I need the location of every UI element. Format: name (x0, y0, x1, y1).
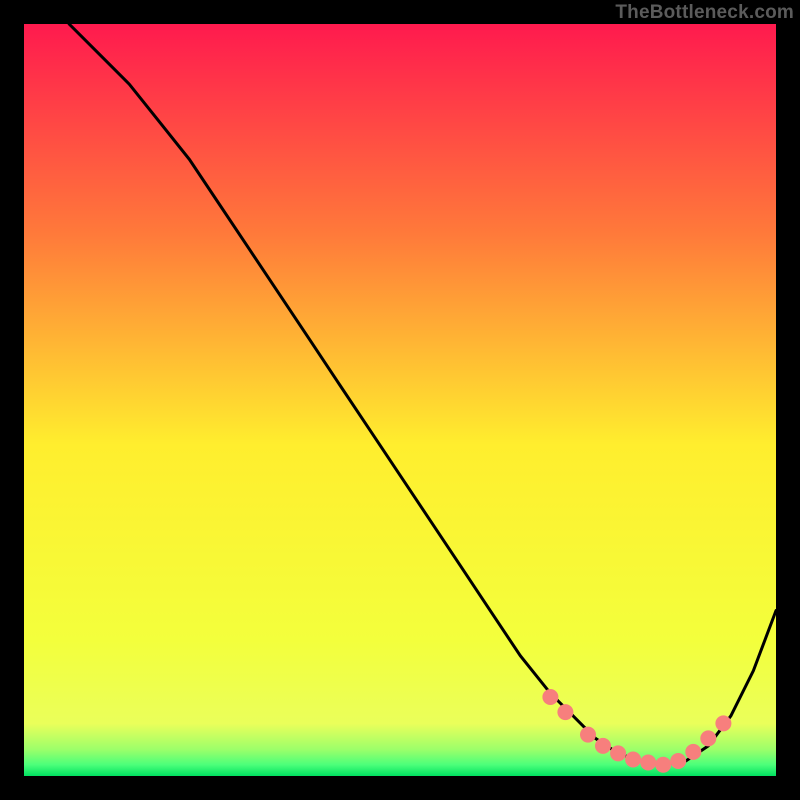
attribution-label: TheBottleneck.com (615, 2, 794, 24)
curve-marker (610, 745, 626, 761)
curve-marker (625, 752, 641, 768)
curve-marker (542, 689, 558, 705)
curve-marker (655, 757, 671, 773)
curve-marker (715, 715, 731, 731)
curve-marker (557, 704, 573, 720)
bottleneck-chart (24, 24, 776, 776)
curve-marker (670, 753, 686, 769)
curve-marker (685, 744, 701, 760)
curve-marker (595, 738, 611, 754)
curve-marker (580, 727, 596, 743)
curve-marker (700, 730, 716, 746)
chart-frame (24, 24, 776, 776)
gradient-background (24, 24, 776, 776)
curve-marker (640, 755, 656, 771)
